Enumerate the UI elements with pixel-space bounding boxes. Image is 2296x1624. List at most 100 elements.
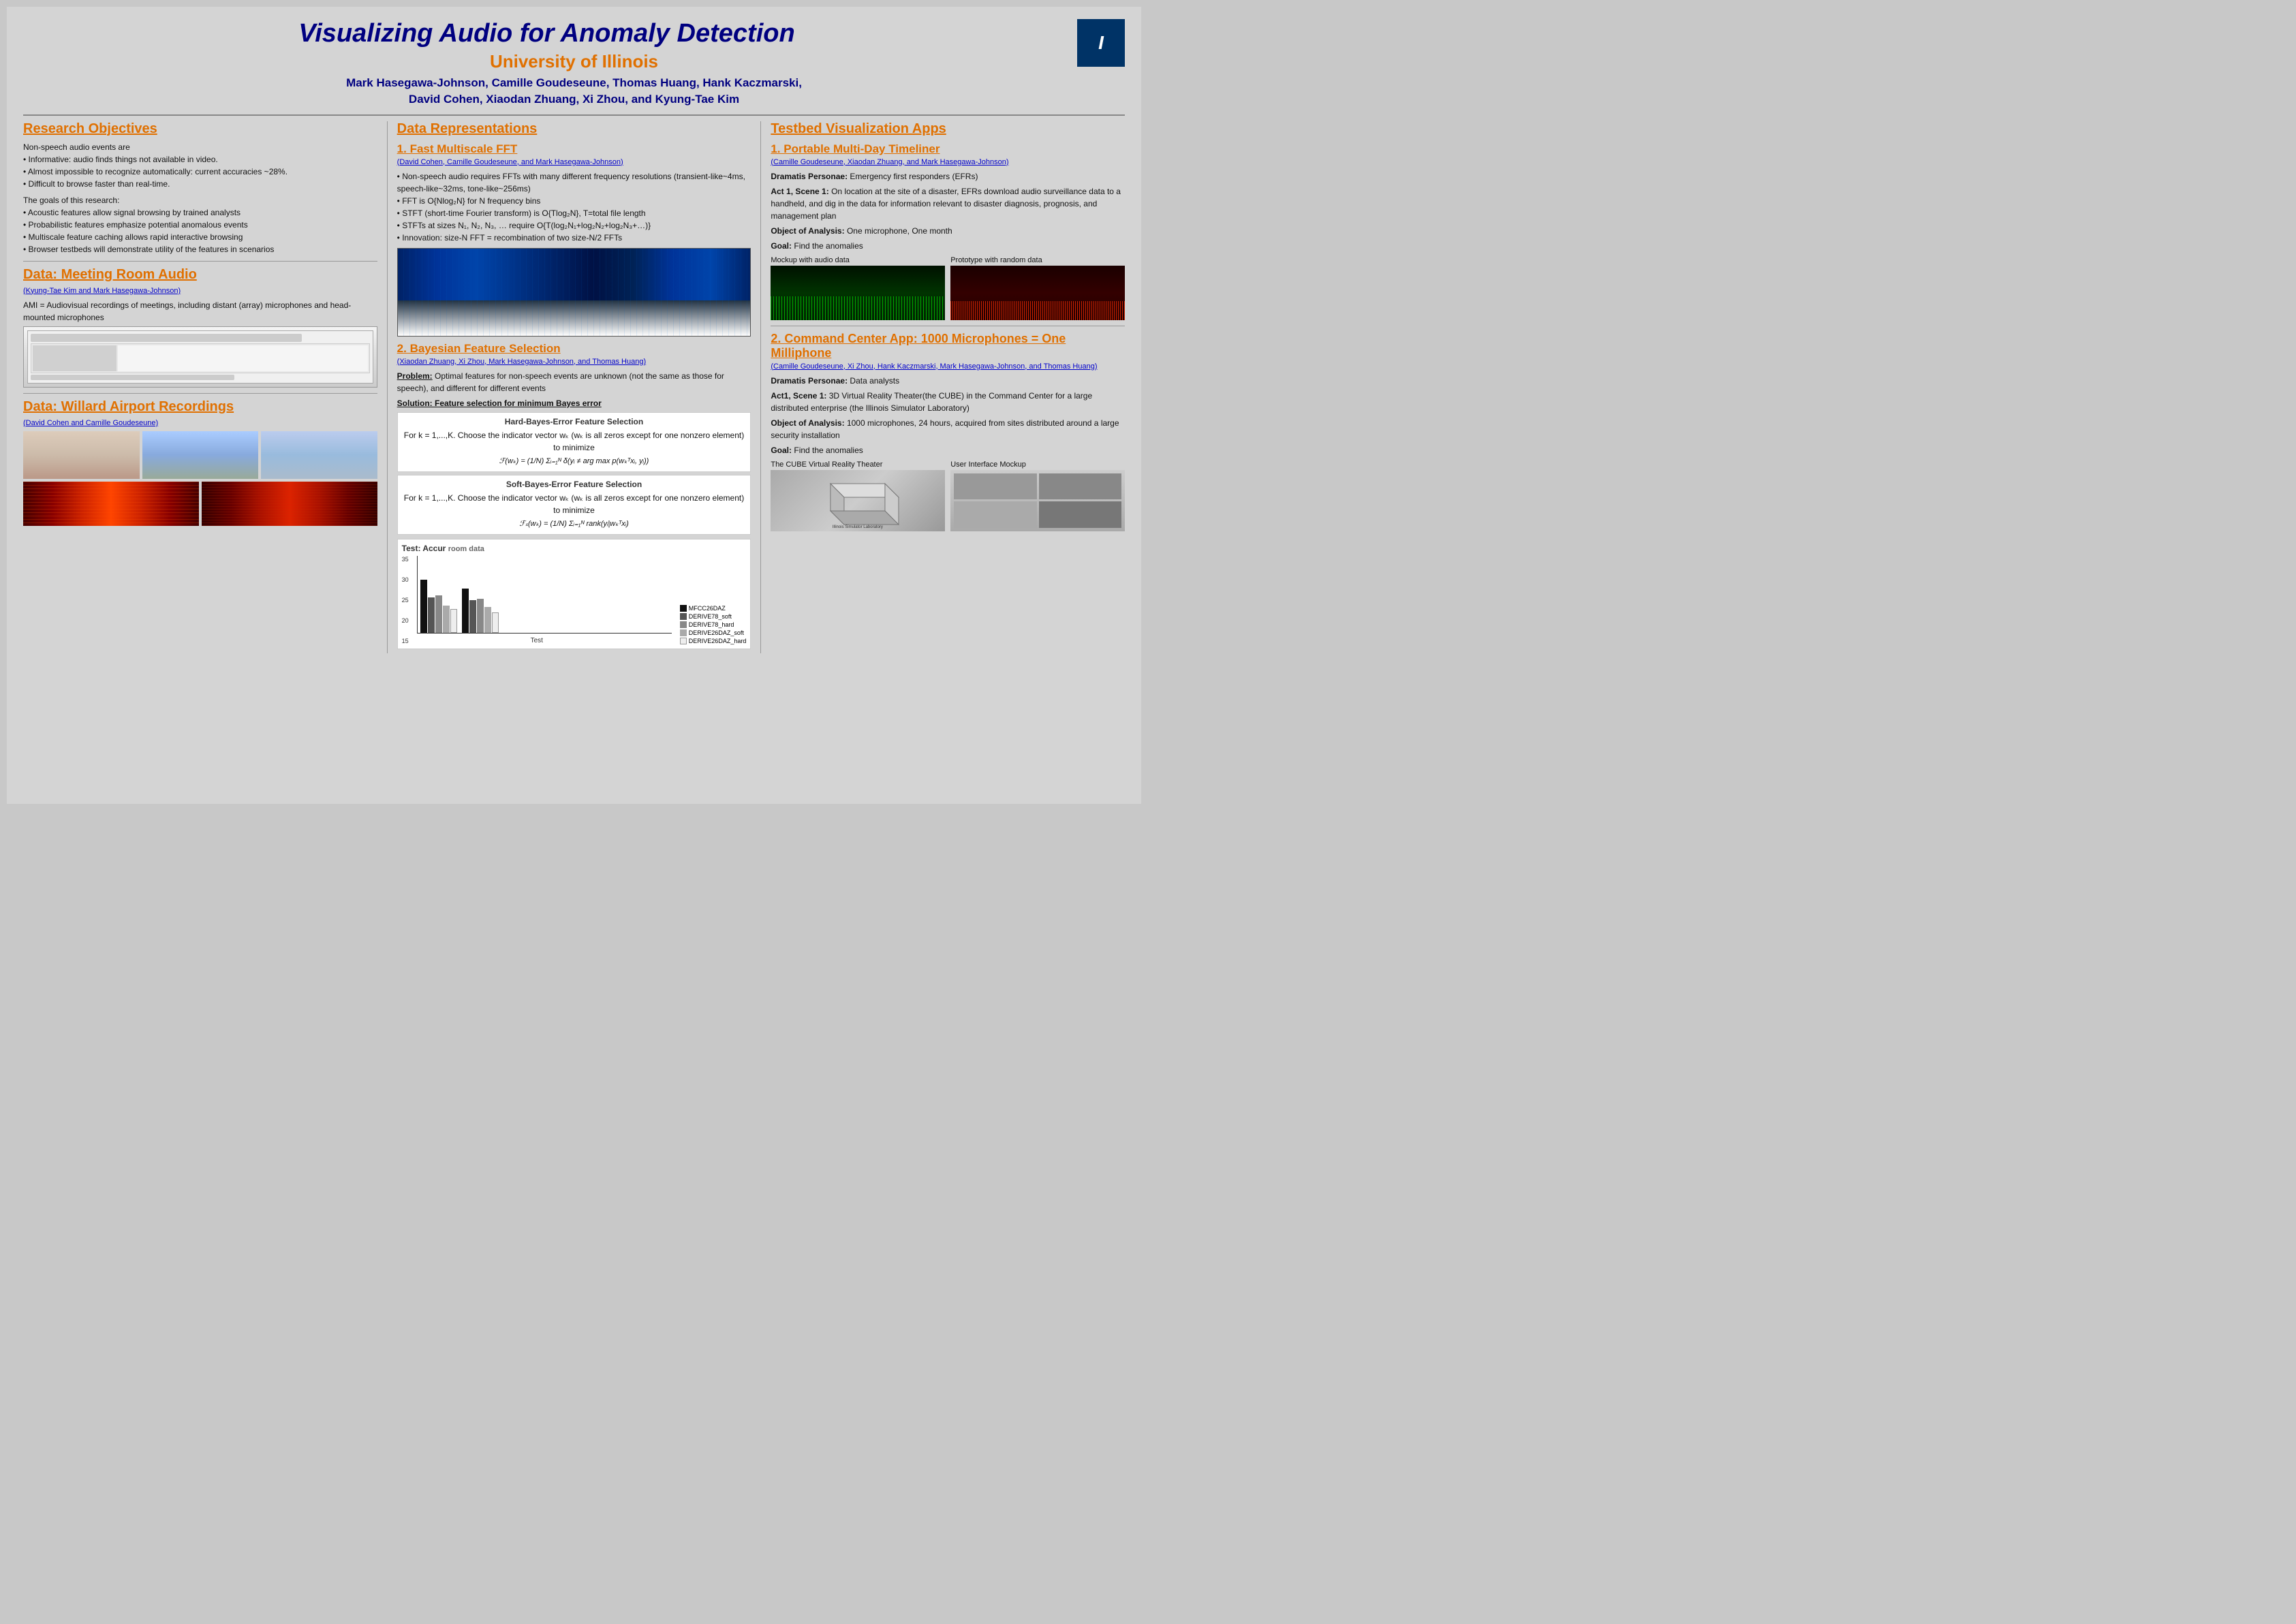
y-axis-labels: 35 30 25 20 15: [402, 556, 416, 644]
spectral-stripes-2: [202, 482, 377, 526]
dramatis-text: Emergency first responders (EFRs): [850, 172, 978, 181]
logo-text: I: [1098, 32, 1104, 54]
legend-box-4: [680, 629, 687, 636]
goal-3: Multiscale feature caching allows rapid …: [23, 231, 377, 243]
bayesian-solution: Solution: Feature selection for minimum …: [397, 397, 751, 409]
mockup-label: Mockup with audio data: [771, 256, 945, 264]
col-sep-1: [387, 121, 388, 653]
bar-derive78-hard-2: [477, 599, 484, 633]
y-label-25: 25: [402, 597, 416, 604]
timeliner-images: Mockup with audio data Prototype with ra…: [771, 256, 1125, 320]
goal-text: Find the anomalies: [794, 241, 863, 251]
command-goal: Goal: Find the anomalies: [771, 444, 1125, 456]
hard-bayes-formula: ℱ(wₖ) = (1/N) Σᵢ₌₁ᴺ δ(yᵢ ≠ arg max p(wₖᵀ…: [402, 456, 747, 465]
svg-text:Illinois Simulator Laboratory: Illinois Simulator Laboratory: [833, 525, 883, 529]
testbed-heading: Testbed Visualization Apps: [771, 121, 1125, 137]
bayesian-problem: Problem: Optimal features for non-speech…: [397, 370, 751, 394]
ui-mockup-col: User Interface Mockup: [950, 460, 1125, 531]
chart-legend: MFCC26DAZ DERIVE78_soft DERIVE78_hard: [680, 605, 747, 644]
research-bullet-1: Informative: audio finds things not avai…: [23, 153, 377, 166]
ui-content: [118, 345, 368, 371]
fft-heading: 1. Fast Multiscale FFT: [397, 142, 751, 156]
soft-bayes-formula-box: Soft-Bayes-Error Feature Selection For k…: [397, 475, 751, 535]
ui-sidebar: [33, 345, 117, 371]
hard-bayes-formula-box: Hard-Bayes-Error Feature Selection For k…: [397, 412, 751, 472]
bar-mfcc-2: [462, 589, 469, 633]
cube-3d-col: The CUBE Virtual Reality Theater Illinoi…: [771, 460, 945, 531]
command-object: Object of Analysis: 1000 microphones, 24…: [771, 417, 1125, 441]
bar-derive26-soft-2: [484, 607, 491, 633]
bayesian-heading: 2. Bayesian Feature Selection: [397, 342, 751, 356]
legend-box-3: [680, 621, 687, 628]
legend-item-4: DERIVE26DAZ_soft: [680, 629, 747, 636]
column-1: Research Objectives Non-speech audio eve…: [23, 121, 377, 529]
fft-bullet-4: Innovation: size-N FFT = recombination o…: [397, 232, 751, 244]
fft-bullets: Non-speech audio requires FFTs with many…: [397, 170, 751, 244]
cube-svg: Illinois Simulator Laboratory: [771, 470, 945, 531]
act1-label: Act 1, Scene 1:: [771, 187, 828, 196]
goal-4: Browser testbeds will demonstrate utilit…: [23, 243, 377, 255]
meeting-screenshot: [23, 326, 377, 388]
timeliner-green-lines: [771, 296, 945, 320]
timeliner-mockup-img: [771, 266, 945, 320]
timeliner-goal: Goal: Find the anomalies: [771, 240, 1125, 252]
meeting-ui-mock: [28, 331, 373, 383]
x-axis-label: Test: [531, 637, 543, 644]
timeliner-subauthors: (Camille Goudeseune, Xiaodan Zhuang, and…: [771, 158, 1125, 166]
main-title: Visualizing Audio for Anomaly Detection: [23, 19, 1125, 48]
cube-3d-img: Illinois Simulator Laboratory: [771, 470, 945, 531]
ui-cell-4: [1039, 501, 1121, 528]
airport-subauthors: (David Cohen and Camille Goudeseune): [23, 419, 377, 427]
timeliner-prototype-col: Prototype with random data: [950, 256, 1125, 320]
bar-mfcc: [420, 580, 427, 633]
timeliner-dramatis: Dramatis Personae: Emergency first respo…: [771, 170, 1125, 183]
authors-line1: Mark Hasegawa-Johnson, Camille Goudeseun…: [23, 75, 1125, 91]
content-columns: Research Objectives Non-speech audio eve…: [23, 121, 1125, 653]
header-divider: [23, 114, 1125, 116]
fft-bullet-1: FFT is O{Nlog₂N} for N frequency bins: [397, 195, 751, 207]
legend-box-2: [680, 613, 687, 620]
command-subauthors: (Camille Goudeseune, Xi Zhou, Hank Kaczm…: [771, 362, 1125, 371]
timeliner-heading: 1. Portable Multi-Day Timeliner: [771, 142, 1125, 156]
legend-item-1: MFCC26DAZ: [680, 605, 747, 612]
legend-label-2: DERIVE78_soft: [689, 613, 732, 620]
hard-bayes-title: Hard-Bayes-Error Feature Selection: [402, 417, 747, 426]
room-data-label: room data: [448, 545, 484, 553]
airport-spectral-1: [23, 482, 199, 526]
chart-area: 35 30 25 20 15: [402, 556, 747, 644]
timeliner-mockup-col: Mockup with audio data: [771, 256, 945, 320]
ui-mockup-img: [950, 470, 1125, 531]
solution-text: Solution: Feature selection for minimum …: [397, 399, 602, 408]
soft-bayes-desc: For k = 1,...,K. Choose the indicator ve…: [402, 492, 747, 516]
command-goal-text: Find the anomalies: [794, 446, 863, 455]
object-label: Object of Analysis:: [771, 226, 844, 236]
meeting-subauthors: (Kyung-Tae Kim and Mark Hasegawa-Johnson…: [23, 287, 377, 295]
goal-1: Acoustic features allow signal browsing …: [23, 206, 377, 219]
bar-derive26-soft: [443, 606, 450, 633]
bar-derive26-hard: [450, 609, 457, 633]
bar-derive26-hard-2: [492, 612, 499, 633]
bars-area: [417, 556, 672, 634]
research-bullet-3: Difficult to browse faster than real-tim…: [23, 178, 377, 190]
poster: I Visualizing Audio for Anomaly Detectio…: [7, 7, 1141, 804]
legend-item-5: DERIVE26DAZ_hard: [680, 638, 747, 644]
legend-label-3: DERIVE78_hard: [689, 621, 734, 628]
airport-heading: Data: Willard Airport Recordings: [23, 399, 377, 415]
bar-group-2: [462, 589, 499, 633]
airport-spectral-2: [202, 482, 377, 526]
sep-1: [23, 261, 377, 262]
fft-bullet-3: STFTs at sizes N₁, N₂, N₃, … require O{T…: [397, 219, 751, 232]
meeting-room-heading: Data: Meeting Room Audio: [23, 267, 377, 283]
ui-mockup-label: User Interface Mockup: [950, 460, 1125, 469]
cube-label: The CUBE Virtual Reality Theater: [771, 460, 945, 469]
command-act1: Act1, Scene 1: 3D Virtual Reality Theate…: [771, 390, 1125, 414]
command-dramatis-text: Data analysts: [850, 376, 899, 386]
timeliner-object: Object of Analysis: One microphone, One …: [771, 225, 1125, 237]
column-2: Data Representations 1. Fast Multiscale …: [397, 121, 751, 653]
legend-box-5: [680, 638, 687, 644]
meeting-screenshot-inner-box: [27, 330, 373, 384]
spectral-stripes-1: [23, 482, 199, 526]
y-label-15: 15: [402, 638, 416, 644]
y-label-30: 30: [402, 576, 416, 583]
soft-bayes-formula: ℱₛ(wₖ) = (1/N) Σᵢ₌₁ᴺ rank(yᵢ|wₖᵀxᵢ): [402, 519, 747, 528]
